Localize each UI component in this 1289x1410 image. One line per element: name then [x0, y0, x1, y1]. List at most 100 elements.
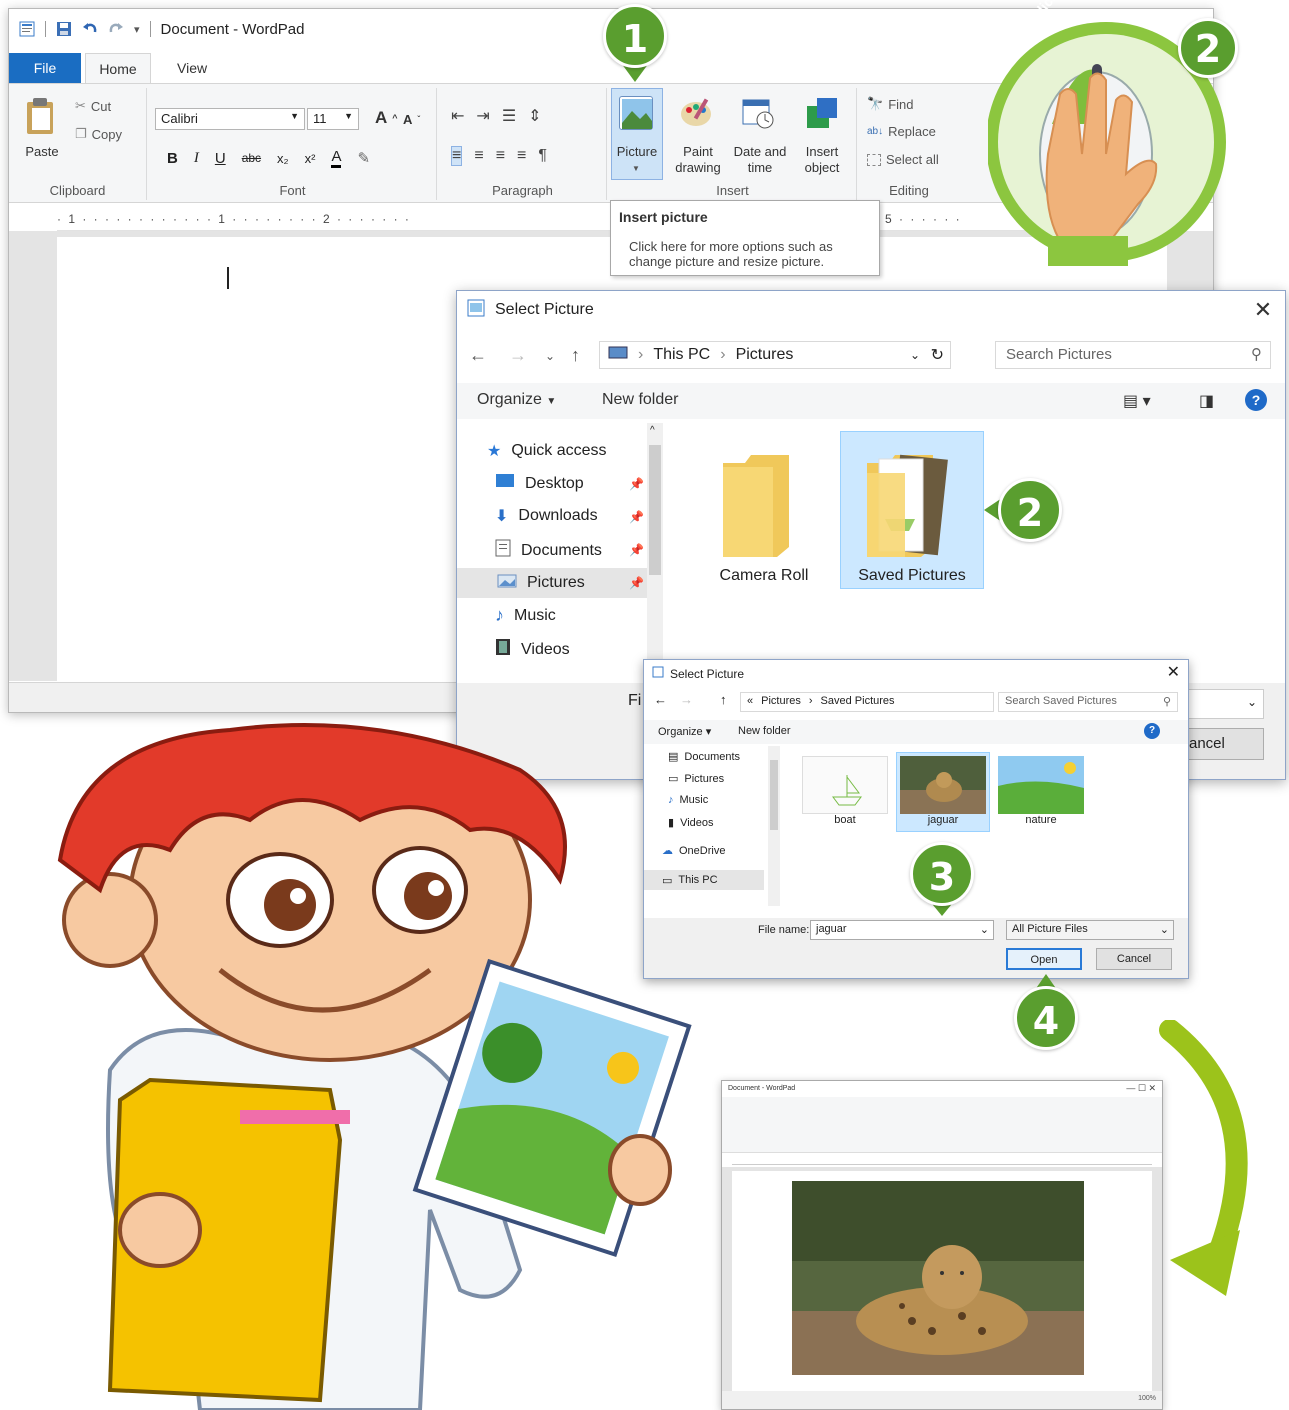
cancel-button-large[interactable]: ancel — [1186, 728, 1264, 760]
replace-button[interactable]: ab↓ Replace — [867, 124, 936, 139]
tab-file[interactable]: File — [9, 53, 81, 83]
preview-pane-icon[interactable]: ◨ — [1199, 391, 1214, 411]
undo-icon[interactable] — [82, 21, 98, 37]
folder-icon[interactable] — [721, 449, 791, 557]
find-button[interactable]: 🔭 Find — [867, 96, 913, 112]
forward-arrow-icon[interactable]: → — [509, 345, 527, 366]
strikethrough-icon[interactable]: abc — [242, 151, 261, 165]
search-saved-pictures-input[interactable]: Search Saved Pictures ⚲ — [998, 692, 1178, 712]
grow-font-icon[interactable]: A ^ — [375, 108, 398, 128]
cancel-button[interactable]: Cancel — [1096, 948, 1172, 970]
insert-object-icon[interactable] — [805, 96, 839, 130]
thumbnail-boat-label[interactable]: boat — [800, 814, 890, 826]
thumbnail-jaguar-label[interactable]: jaguar — [898, 814, 988, 826]
inserted-jaguar-photo[interactable] — [792, 1181, 1084, 1375]
open-button[interactable]: Open — [1006, 948, 1082, 970]
copy-button[interactable]: ❐ Copy — [75, 126, 122, 142]
align-center-icon[interactable]: ≡ — [474, 147, 483, 165]
nature-thumbnail[interactable] — [998, 756, 1084, 814]
up-arrow-icon[interactable]: ↑ — [720, 692, 727, 707]
boat-thumbnail[interactable] — [802, 756, 888, 814]
breadcrumb-saved-pictures[interactable]: Saved Pictures — [821, 695, 895, 709]
align-right-icon[interactable]: ≡ — [496, 147, 505, 165]
breadcrumb-pictures[interactable]: Pictures — [736, 346, 794, 364]
back-arrow-icon[interactable]: ← — [654, 692, 667, 707]
forward-arrow-icon[interactable]: → — [680, 692, 693, 707]
superscript-icon[interactable]: x² — [305, 151, 316, 166]
nav-quick-access[interactable]: ★ Quick access — [487, 441, 606, 461]
redo-icon[interactable] — [108, 21, 124, 37]
file-name-input[interactable]: jaguar ⌄ — [810, 920, 994, 940]
folder-camera-roll[interactable]: Camera Roll — [692, 567, 836, 585]
window-controls[interactable]: — ☐ ✕ — [1126, 1083, 1156, 1094]
pin-icon[interactable]: 📌 — [629, 576, 644, 590]
paste-button[interactable]: Paste — [17, 144, 67, 160]
new-folder-button[interactable]: New folder — [602, 391, 678, 409]
paint-drawing-button[interactable]: Paint drawing — [667, 144, 729, 176]
underline-icon[interactable]: U — [215, 150, 226, 167]
view-options-icon[interactable]: ▤ ▾ — [1123, 391, 1151, 411]
bullet-list-icon[interactable]: ☰ — [502, 106, 516, 126]
back-arrow-icon[interactable]: ← — [469, 345, 487, 366]
nav-scrollbar[interactable] — [768, 746, 780, 906]
paragraph-settings-icon[interactable]: ¶ — [538, 147, 547, 165]
bold-icon[interactable]: B — [167, 150, 178, 167]
align-left-icon[interactable]: ≡ — [451, 146, 463, 166]
pin-icon[interactable]: 📌 — [629, 477, 644, 491]
nav-pictures[interactable]: Pictures — [457, 568, 647, 598]
breadcrumb-this-pc[interactable]: This PC — [653, 346, 710, 364]
close-icon[interactable]: ✕ — [1167, 662, 1180, 682]
pin-icon[interactable]: 📌 — [629, 543, 644, 557]
address-bar[interactable]: « Pictures › Saved Pictures — [740, 692, 994, 712]
tab-home[interactable]: Home — [85, 53, 151, 83]
font-size-select[interactable]: 11 ▼ — [307, 108, 359, 130]
jaguar-thumbnail[interactable] — [900, 756, 986, 814]
calendar-clock-icon[interactable] — [741, 96, 775, 130]
tab-view[interactable]: View — [161, 53, 223, 83]
breadcrumb-overflow[interactable]: « — [747, 695, 753, 709]
nav-desktop[interactable]: Desktop — [495, 473, 584, 494]
increase-indent-icon[interactable]: ⇥ — [476, 106, 489, 126]
select-all-button[interactable]: Select all — [867, 152, 939, 167]
folder-saved-pictures[interactable]: Saved Pictures — [840, 567, 984, 585]
line-spacing-icon[interactable]: ⇕ — [528, 106, 541, 126]
breadcrumb-pictures[interactable]: Pictures — [761, 695, 801, 709]
subscript-icon[interactable]: x₂ — [277, 151, 289, 166]
pin-icon[interactable]: 📌 — [629, 510, 644, 524]
nav-documents[interactable]: Documents — [495, 539, 602, 562]
nav-videos[interactable]: Videos — [495, 638, 570, 661]
nav-music[interactable]: ♪ Music — [495, 605, 556, 626]
address-bar[interactable]: › This PC › Pictures ⌄ ↻ — [599, 341, 951, 369]
cut-button[interactable]: ✂ Cut — [75, 98, 111, 114]
paste-icon[interactable] — [23, 96, 57, 136]
thumbnail-nature-label[interactable]: nature — [996, 814, 1086, 826]
date-time-button[interactable]: Date and time — [729, 144, 791, 176]
new-folder-button[interactable]: New folder — [738, 725, 791, 737]
scroll-thumb[interactable] — [649, 445, 661, 575]
help-icon[interactable]: ? — [1245, 389, 1267, 411]
up-arrow-icon[interactable]: ↑ — [571, 345, 580, 366]
justify-icon[interactable]: ≡ — [517, 147, 526, 165]
result-document-page[interactable] — [732, 1171, 1152, 1393]
shrink-font-icon[interactable]: Aˇ — [403, 112, 420, 127]
folder-with-pictures-icon[interactable] — [865, 449, 948, 557]
chevron-down-icon[interactable]: ⌄ — [910, 348, 920, 362]
scroll-thumb[interactable] — [770, 760, 778, 830]
refresh-icon[interactable]: ↻ — [931, 345, 944, 365]
search-pictures-input[interactable]: Search Pictures ⚲ — [995, 341, 1271, 369]
nav-scrollbar[interactable]: ^ — [647, 423, 663, 683]
file-type-select[interactable]: ⌄ — [1186, 689, 1264, 719]
close-icon[interactable]: ✕ — [1251, 297, 1275, 323]
customize-quick-access-icon[interactable]: ▾ — [134, 23, 140, 36]
file-type-select[interactable]: All Picture Files ⌄ — [1006, 920, 1174, 940]
save-icon[interactable] — [56, 21, 72, 37]
scroll-up-icon[interactable]: ^ — [650, 425, 655, 436]
recent-locations-chevron-icon[interactable]: ⌄ — [545, 349, 555, 363]
font-family-select[interactable]: Calibri ▼ — [155, 108, 305, 130]
nav-downloads[interactable]: ⬇ Downloads — [495, 506, 598, 526]
insert-object-button[interactable]: Insert object — [795, 144, 849, 176]
organize-button[interactable]: Organize ▼ — [477, 391, 556, 409]
paint-palette-icon[interactable] — [679, 96, 713, 130]
decrease-indent-icon[interactable]: ⇤ — [451, 106, 464, 126]
font-color-icon[interactable]: A — [331, 148, 342, 168]
